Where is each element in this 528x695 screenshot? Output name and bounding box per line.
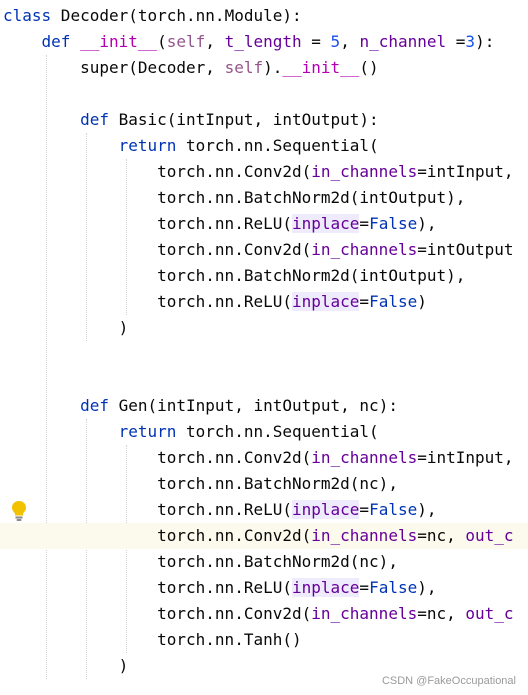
code-line[interactable]: [0, 367, 528, 393]
code-line[interactable]: torch.nn.Conv2d(in_channels=intInput,: [0, 445, 528, 471]
code-line-text: torch.nn.BatchNorm2d(nc),: [3, 552, 398, 571]
code-line[interactable]: [0, 341, 528, 367]
code-line[interactable]: torch.nn.Conv2d(in_channels=nc, out_c: [0, 601, 528, 627]
code-line[interactable]: torch.nn.Conv2d(in_channels=intInput,: [0, 159, 528, 185]
code-line-text: torch.nn.ReLU(inplace=False),: [3, 214, 437, 233]
code-line[interactable]: torch.nn.ReLU(inplace=False),: [0, 575, 528, 601]
code-line[interactable]: [0, 81, 528, 107]
code-line[interactable]: torch.nn.Conv2d(in_channels=intOutput: [0, 237, 528, 263]
code-line[interactable]: torch.nn.BatchNorm2d(nc),: [0, 549, 528, 575]
code-line-text: torch.nn.Tanh(): [3, 630, 302, 649]
code-line-text: def __init__(self, t_length = 5, n_chann…: [41, 32, 495, 51]
code-line[interactable]: torch.nn.ReLU(inplace=False): [0, 289, 528, 315]
code-line-text: torch.nn.Conv2d(in_channels=intInput,: [3, 162, 514, 181]
code-editor[interactable]: class Decoder(torch.nn.Module): def __in…: [0, 0, 528, 695]
code-line-text: def Gen(intInput, intOutput, nc):: [80, 396, 398, 415]
code-line-text: torch.nn.BatchNorm2d(intOutput),: [3, 188, 466, 207]
code-line-text: def Basic(intInput, intOutput):: [80, 110, 379, 129]
code-line[interactable]: return torch.nn.Sequential(: [0, 133, 528, 159]
code-line-text: ): [3, 656, 129, 675]
code-line-text: torch.nn.Conv2d(in_channels=nc, out_c: [3, 604, 514, 623]
code-line-text: torch.nn.Conv2d(in_channels=intOutput: [3, 240, 514, 259]
code-line-text: ): [3, 318, 129, 337]
code-line[interactable]: def __init__(self, t_length = 5, n_chann…: [0, 29, 528, 55]
watermark: CSDN @FakeOccupational: [381, 675, 516, 687]
lightbulb-icon[interactable]: [10, 500, 28, 522]
code-line[interactable]: torch.nn.BatchNorm2d(intOutput),: [0, 263, 528, 289]
code-line[interactable]: torch.nn.BatchNorm2d(intOutput),: [0, 185, 528, 211]
code-line-text: torch.nn.Conv2d(in_channels=nc, out_c: [3, 526, 514, 545]
code-line-text: return torch.nn.Sequential(: [118, 136, 379, 155]
code-line-text: torch.nn.BatchNorm2d(intOutput),: [3, 266, 466, 285]
code-line-text: torch.nn.Conv2d(in_channels=intInput,: [3, 448, 514, 467]
code-line[interactable]: return torch.nn.Sequential(: [0, 419, 528, 445]
code-line[interactable]: torch.nn.BatchNorm2d(nc),: [0, 471, 528, 497]
code-line-text: torch.nn.ReLU(inplace=False),: [3, 500, 437, 519]
code-line[interactable]: def Gen(intInput, intOutput, nc):: [0, 393, 528, 419]
code-line[interactable]: def Basic(intInput, intOutput):: [0, 107, 528, 133]
code-line[interactable]: torch.nn.Tanh(): [0, 627, 528, 653]
code-line-text: super(Decoder, self).__init__(): [3, 58, 379, 77]
code-line[interactable]: torch.nn.ReLU(inplace=False),: [0, 211, 528, 237]
code-line[interactable]: torch.nn.ReLU(inplace=False),: [0, 497, 528, 523]
code-line[interactable]: class Decoder(torch.nn.Module):: [0, 3, 528, 29]
code-line-text: torch.nn.BatchNorm2d(nc),: [3, 474, 398, 493]
code-line-text: torch.nn.ReLU(inplace=False),: [3, 578, 437, 597]
code-line-text: class Decoder(torch.nn.Module):: [3, 6, 302, 25]
code-line[interactable]: ): [0, 315, 528, 341]
code-line[interactable]: torch.nn.Conv2d(in_channels=nc, out_c: [0, 523, 528, 549]
code-line-text: return torch.nn.Sequential(: [118, 422, 379, 441]
code-line-text: torch.nn.ReLU(inplace=False): [3, 292, 427, 311]
code-line[interactable]: super(Decoder, self).__init__(): [0, 55, 528, 81]
